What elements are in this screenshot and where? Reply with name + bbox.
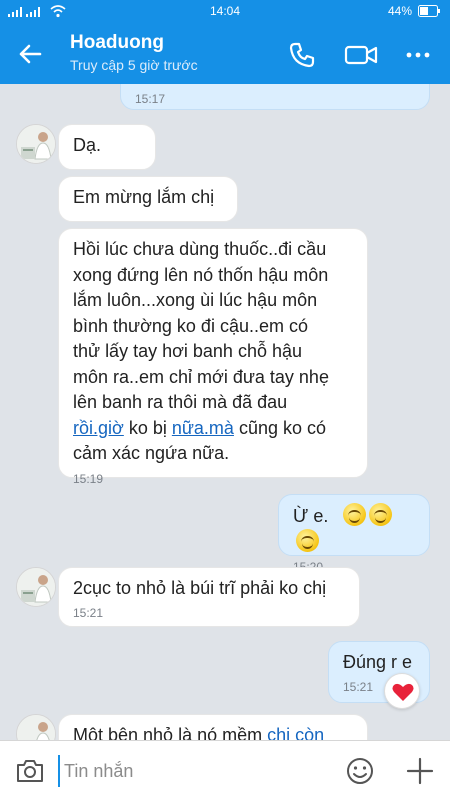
composer-bar — [0, 740, 450, 800]
message-content: Một bên nhỏ là nó mềm chị còn — [73, 723, 353, 740]
message-text: Một bên nhỏ là nó mềm — [73, 725, 268, 740]
battery-icon — [418, 5, 440, 17]
message-bubble-outgoing[interactable]: 15:17 — [120, 84, 430, 110]
message-text-fragment: cũng ko có — [233, 417, 326, 438]
back-arrow-icon[interactable] — [14, 38, 46, 70]
message-link[interactable]: rồi.giờ — [73, 418, 124, 438]
message-line: thử lấy tay hơi banh chỗ hậu — [73, 341, 302, 361]
status-time: 14:04 — [209, 4, 241, 18]
message-text: 2cục to nhỏ là búi trĩ phải ko chị — [73, 578, 327, 598]
message-bubble-outgoing[interactable]: Ừ e. 15:20 — [278, 494, 430, 574]
camera-icon[interactable] — [14, 755, 46, 787]
message-line: cảm xác ngứa nữa. — [73, 443, 230, 463]
message-line: lên banh ra thôi mà đã đau — [73, 392, 288, 412]
contact-name[interactable]: Hoaduong — [70, 32, 164, 54]
message-bubble-incoming[interactable]: Dạ. — [58, 124, 156, 170]
message-line: bình thường ko đi cậu..em có — [73, 315, 308, 336]
message-bubble-incoming[interactable]: Một bên nhỏ là nó mềm chị còn — [58, 714, 368, 740]
status-bar: 14:04 44% — [0, 0, 450, 24]
smiley-emoji-icon — [369, 503, 393, 526]
message-line: xong đứng lên nó thốn hậu môn — [73, 264, 329, 285]
message-bubble-incoming[interactable]: Hồi lúc chưa dùng thuốc..đi cầu xong đứn… — [58, 228, 368, 486]
last-seen: Truy cập 5 giờ trước — [70, 57, 198, 73]
message-time: 15:19 — [73, 471, 104, 486]
message-content: Ừ e. — [293, 503, 415, 555]
message-link[interactable]: nữa.mà — [172, 418, 234, 438]
avatar[interactable] — [16, 714, 56, 740]
message-text: Dạ. — [73, 135, 102, 155]
smiley-emoji-icon — [343, 503, 367, 526]
message-text: Em mừng lắm chị — [73, 187, 215, 207]
smiley-emoji-icon — [296, 529, 319, 552]
message-bubble-incoming[interactable]: Em mừng lắm chị — [58, 176, 238, 222]
message-input[interactable] — [58, 755, 328, 787]
message-line: lắm luôn...xong ùi lúc hậu môn — [73, 290, 318, 310]
avatar-image — [17, 568, 55, 606]
message-text: Đúng r e — [343, 652, 413, 672]
message-line: rồi.giờ ko bị nữa.mà cũng ko có — [73, 416, 353, 442]
message-time: 15:21 — [73, 606, 104, 620]
phone-icon[interactable] — [287, 40, 317, 70]
message-line: Hồi lúc chưa dùng thuốc..đi cầu — [73, 239, 327, 259]
reaction-badge[interactable] — [384, 673, 420, 709]
message-line: môn ra..em chỉ mới đưa tay nhẹ — [73, 366, 329, 387]
message-text-fragment: ko bị — [123, 417, 172, 438]
message-bubble-incoming[interactable]: 2cục to nhỏ là búi trĩ phải ko chị 15:21 — [58, 567, 360, 627]
avatar-image — [17, 715, 55, 740]
message-list[interactable]: 15:17 Dạ. Em mừng lắm chị Hồi lúc chưa d… — [0, 84, 450, 740]
message-link[interactable]: chị còn — [267, 725, 324, 740]
avatar[interactable] — [16, 567, 56, 607]
heart-icon — [392, 683, 414, 701]
avatar-image — [17, 125, 55, 163]
status-right: 44% — [388, 4, 440, 18]
plus-icon[interactable] — [404, 755, 436, 787]
message-time: 15:17 — [135, 92, 166, 106]
more-icon[interactable] — [403, 40, 433, 70]
message-text: Ừ e. — [293, 506, 329, 526]
battery-percent: 44% — [387, 4, 412, 18]
avatar[interactable] — [16, 124, 56, 164]
emoji-icon[interactable] — [344, 755, 376, 787]
chat-header: Hoaduong Truy cập 5 giờ trước — [0, 24, 450, 84]
video-call-icon[interactable] — [344, 40, 378, 70]
